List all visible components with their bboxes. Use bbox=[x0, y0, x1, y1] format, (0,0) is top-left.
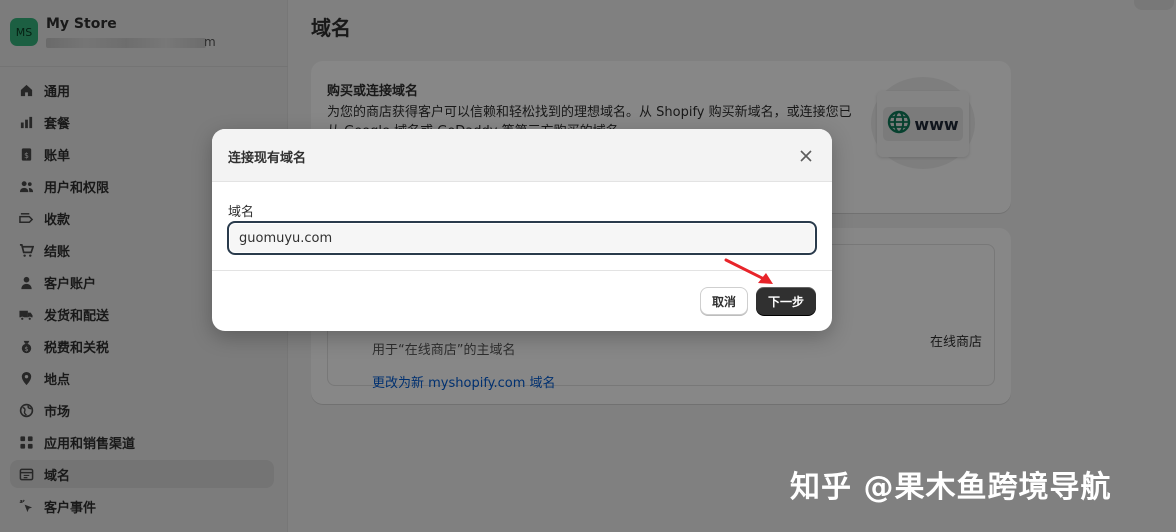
watermark-text: 知乎 @果木鱼跨境导航 bbox=[790, 470, 1112, 505]
modal-header: 连接现有域名 bbox=[212, 129, 832, 182]
close-icon bbox=[800, 147, 812, 166]
cancel-button[interactable]: 取消 bbox=[700, 287, 748, 315]
domain-input[interactable] bbox=[227, 221, 817, 255]
connect-domain-modal: 连接现有域名 域名 取消 下一步 bbox=[212, 129, 832, 331]
domain-field-label: 域名 bbox=[228, 205, 255, 220]
close-button[interactable] bbox=[796, 146, 816, 166]
next-button[interactable]: 下一步 bbox=[756, 287, 816, 315]
modal-title: 连接现有域名 bbox=[228, 151, 307, 166]
annotation-arrow bbox=[724, 258, 773, 284]
